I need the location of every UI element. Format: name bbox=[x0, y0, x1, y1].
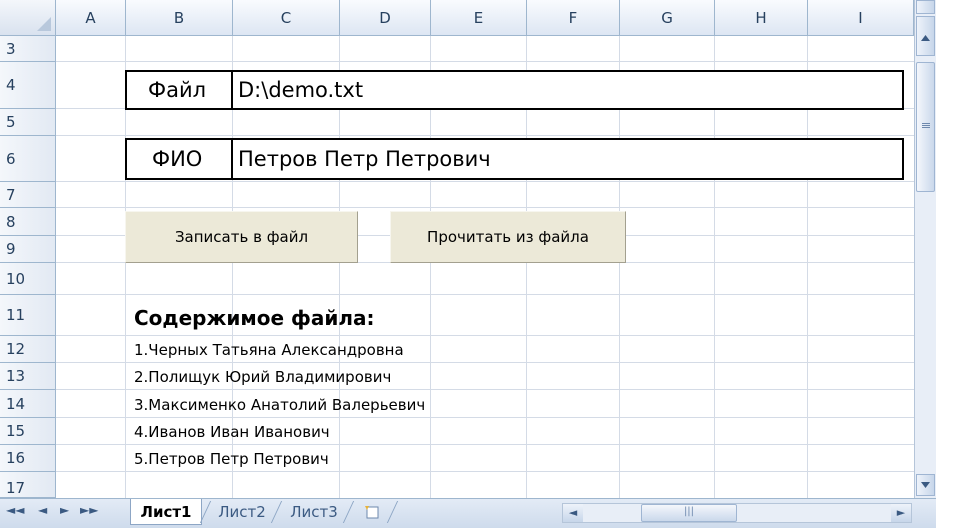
row-header-9[interactable]: 9 bbox=[0, 236, 56, 263]
row-header-10[interactable]: 10 bbox=[0, 263, 56, 295]
sheet-tab-bar: ◄◄ ◄ ► ►► Лист1 Лист2 Лист3 ◄ ||| ► bbox=[0, 498, 936, 528]
contents-item: 3.Максименко Анатолий Валерьевич bbox=[134, 396, 426, 414]
row-header-13[interactable]: 13 bbox=[0, 363, 56, 390]
read-from-file-button[interactable]: Прочитать из файла bbox=[390, 211, 626, 263]
vertical-scroll-thumb[interactable] bbox=[916, 62, 935, 192]
next-sheet-icon[interactable]: ► bbox=[60, 503, 69, 517]
contents-item: 2.Полищук Юрий Владимирович bbox=[134, 368, 392, 386]
scroll-left-button[interactable]: ◄ bbox=[563, 504, 583, 522]
row-header-15[interactable]: 15 bbox=[0, 418, 56, 445]
row-header-11[interactable]: 11 bbox=[0, 295, 56, 336]
row-header-17[interactable]: 17 bbox=[0, 472, 56, 498]
contents-title: Содержимое файла: bbox=[134, 306, 375, 330]
first-sheet-icon[interactable]: ◄◄ bbox=[6, 503, 24, 517]
horizontal-scroll-thumb[interactable]: ||| bbox=[641, 504, 737, 522]
vertical-scrollbar[interactable] bbox=[914, 0, 936, 498]
col-header-g[interactable]: G bbox=[620, 0, 715, 36]
contents-item: 1.Черных Татьяна Александровна bbox=[134, 341, 404, 359]
row-header-14[interactable]: 14 bbox=[0, 390, 56, 418]
split-box[interactable] bbox=[916, 0, 935, 14]
last-sheet-icon[interactable]: ►► bbox=[80, 503, 98, 517]
file-path-value[interactable]: D:\demo.txt bbox=[238, 80, 363, 101]
col-header-a[interactable]: A bbox=[56, 0, 126, 36]
gridline bbox=[56, 444, 914, 445]
scroll-up-button[interactable] bbox=[916, 16, 935, 56]
col-header-b[interactable]: B bbox=[126, 0, 233, 36]
gridline bbox=[56, 335, 914, 336]
scroll-down-button[interactable] bbox=[916, 474, 935, 496]
horizontal-scrollbar[interactable]: ◄ ||| ► bbox=[562, 503, 912, 523]
col-header-e[interactable]: E bbox=[431, 0, 527, 36]
row-header-8[interactable]: 8 bbox=[0, 208, 56, 236]
col-header-c[interactable]: C bbox=[233, 0, 340, 36]
window-edge bbox=[936, 0, 956, 528]
row-header-4[interactable]: 4 bbox=[0, 62, 56, 109]
gridline bbox=[56, 362, 914, 363]
scroll-right-button[interactable]: ► bbox=[891, 504, 911, 522]
gridline bbox=[56, 207, 914, 208]
gridline bbox=[56, 417, 914, 418]
row-header-3[interactable]: 3 bbox=[0, 36, 56, 62]
cell-divider bbox=[231, 138, 233, 180]
file-label: Файл bbox=[148, 78, 207, 102]
gridline bbox=[56, 61, 914, 62]
col-header-i[interactable]: I bbox=[808, 0, 914, 36]
fio-value[interactable]: Петров Петр Петрович bbox=[238, 149, 491, 170]
gridline bbox=[56, 294, 914, 295]
row-header-7[interactable]: 7 bbox=[0, 182, 56, 208]
row-header-5[interactable]: 5 bbox=[0, 109, 56, 136]
contents-item: 4.Иванов Иван Иванович bbox=[134, 423, 330, 441]
fio-label: ФИО bbox=[152, 147, 203, 171]
insert-sheet-icon bbox=[365, 506, 379, 519]
excel-window: A B C D E F G H I 3 4 5 6 7 8 9 10 11 12… bbox=[0, 0, 956, 528]
select-all-icon bbox=[37, 17, 51, 31]
prev-sheet-icon[interactable]: ◄ bbox=[38, 503, 47, 517]
row-header-16[interactable]: 16 bbox=[0, 445, 56, 472]
insert-sheet-button[interactable] bbox=[354, 499, 390, 525]
grip-line bbox=[922, 127, 930, 128]
row-header-6[interactable]: 6 bbox=[0, 136, 56, 182]
contents-item: 5.Петров Петр Петрович bbox=[134, 450, 329, 468]
grip-line bbox=[922, 123, 930, 124]
tab-list1[interactable]: Лист1 bbox=[130, 499, 202, 525]
row-header-12[interactable]: 12 bbox=[0, 336, 56, 363]
arrow-up-icon bbox=[921, 35, 930, 41]
write-to-file-button[interactable]: Записать в файл bbox=[125, 211, 358, 263]
spreadsheet-grid[interactable]: A B C D E F G H I 3 4 5 6 7 8 9 10 11 12… bbox=[0, 0, 914, 498]
gridline bbox=[56, 471, 914, 472]
cell-divider bbox=[231, 70, 233, 110]
col-header-f[interactable]: F bbox=[527, 0, 620, 36]
col-header-h[interactable]: H bbox=[715, 0, 808, 36]
gridline bbox=[56, 135, 914, 136]
tab-list2[interactable]: Лист2 bbox=[210, 499, 274, 525]
arrow-down-icon bbox=[921, 482, 930, 488]
col-header-d[interactable]: D bbox=[340, 0, 431, 36]
select-all-corner[interactable] bbox=[0, 0, 56, 36]
gridline bbox=[56, 389, 914, 390]
gridline bbox=[56, 181, 914, 182]
tab-list3[interactable]: Лист3 bbox=[282, 499, 346, 525]
grip-line bbox=[922, 125, 930, 126]
